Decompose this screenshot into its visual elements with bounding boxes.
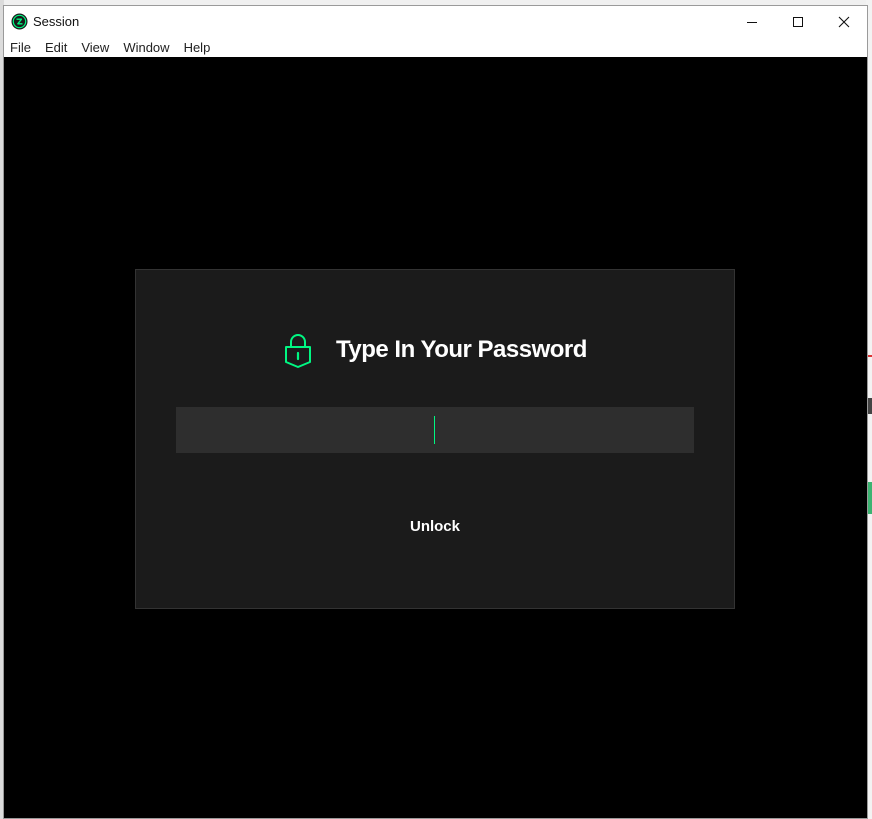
unlock-button[interactable]: Unlock	[385, 512, 485, 540]
lock-icon	[284, 332, 312, 368]
password-input[interactable]	[176, 407, 694, 453]
close-button[interactable]	[821, 6, 867, 37]
close-icon	[838, 16, 850, 28]
window-title: Session	[33, 14, 80, 29]
maximize-button[interactable]	[775, 6, 821, 37]
title-bar[interactable]: Session	[4, 6, 867, 37]
app-content: Type In Your Password Unlock	[4, 57, 867, 818]
dialog-title: Type In Your Password	[336, 336, 587, 363]
minimize-icon	[746, 16, 758, 28]
menu-view[interactable]: View	[80, 40, 110, 55]
menu-bar: File Edit View Window Help	[4, 37, 867, 57]
dialog-header: Type In Your Password	[284, 330, 587, 370]
menu-edit[interactable]: Edit	[44, 40, 68, 55]
menu-window[interactable]: Window	[122, 40, 170, 55]
session-app-icon	[11, 13, 28, 30]
maximize-icon	[792, 16, 804, 28]
text-caret	[434, 416, 435, 444]
menu-file[interactable]: File	[9, 40, 32, 55]
minimize-button[interactable]	[729, 6, 775, 37]
menu-help[interactable]: Help	[183, 40, 212, 55]
password-dialog: Type In Your Password Unlock	[135, 269, 735, 609]
app-window: Session File Edit View Window Help Type …	[3, 5, 868, 819]
